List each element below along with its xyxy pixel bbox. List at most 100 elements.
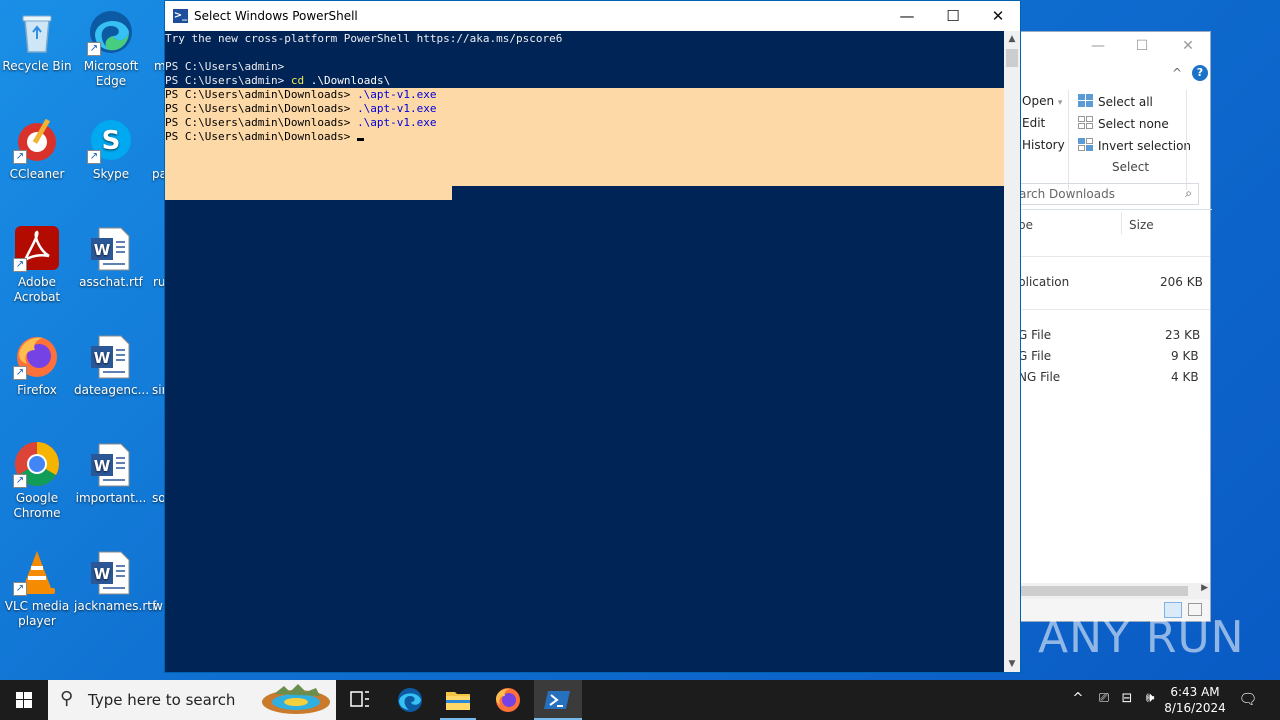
- console-line-run-exe: PS C:\Users\admin\Downloads> .\apt-v1.ex…: [165, 88, 437, 102]
- taskbar: ⚲ Type here to search ^ ⎚ ⊟ 🕪 6:43 AM 8/…: [0, 680, 1280, 720]
- desktop-icon-adobe-acrobat[interactable]: ↗ Adobe Acrobat: [0, 224, 74, 305]
- notification-center-icon[interactable]: 🗨: [1236, 690, 1260, 720]
- clock-date: 8/16/2024: [1164, 701, 1226, 715]
- word-document-icon: W: [87, 224, 135, 272]
- partial-icon-label: w: [153, 599, 163, 613]
- file-type-cell: plication: [1018, 275, 1070, 289]
- file-type-cell: G File: [1018, 328, 1052, 342]
- prompt-text: PS C:\Users\admin\Downloads>: [165, 130, 358, 143]
- anyrun-watermark: ANY RUN: [1038, 612, 1245, 663]
- desktop-icon-dateagenc[interactable]: W dateagenc...: [74, 332, 149, 398]
- console-output[interactable]: Try the new cross-platform PowerShell ht…: [165, 31, 1005, 672]
- command-text: .\apt-v1.exe: [357, 102, 437, 115]
- explorer-titlebar[interactable]: — ☐ ✕: [1016, 32, 1210, 62]
- desktop-icon-label: asschat.rtf: [79, 275, 143, 289]
- column-divider[interactable]: [1121, 212, 1122, 234]
- command-text: cd: [290, 74, 305, 87]
- show-hidden-icons-chevron-icon[interactable]: ^: [1070, 691, 1086, 720]
- ribbon-open-label: Open: [1022, 94, 1055, 108]
- invert-selection-icon: [1078, 138, 1094, 152]
- desktop-icon-google-chrome[interactable]: ↗ Google Chrome: [0, 440, 74, 521]
- file-size-cell: 23 KB: [1165, 328, 1201, 342]
- adobe-acrobat-icon: ↗: [13, 224, 61, 272]
- word-document-icon: W: [87, 332, 135, 380]
- vlc-icon: ↗: [13, 548, 61, 596]
- powershell-titlebar[interactable]: >_ Select Windows PowerShell — ☐ ✕: [165, 1, 1020, 31]
- explorer-maximize-button[interactable]: ☐: [1130, 38, 1154, 56]
- scroll-up-icon[interactable]: ▲: [1004, 31, 1020, 47]
- powershell-window[interactable]: >_ Select Windows PowerShell — ☐ ✕ Try t…: [164, 0, 1021, 673]
- command-text: .\apt-v1.exe: [357, 88, 437, 101]
- search-icon: ⌕: [1185, 186, 1192, 200]
- desktop-icon-skype[interactable]: S ↗ Skype: [74, 116, 148, 182]
- task-view-icon: [350, 691, 369, 707]
- desktop-icon-asschat-rtf[interactable]: W asschat.rtf: [74, 224, 148, 290]
- device-icon[interactable]: ⎚: [1095, 691, 1113, 720]
- desktop-icon-important[interactable]: W important...: [74, 440, 148, 506]
- close-button[interactable]: ✕: [975, 1, 1021, 31]
- explorer-horizontal-scrollbar[interactable]: ▶: [1016, 583, 1210, 599]
- desktop-icon-label: Microsoft Edge: [83, 59, 139, 88]
- explorer-minimize-button[interactable]: —: [1086, 38, 1110, 56]
- desktop-icon-firefox[interactable]: ↗ Firefox: [0, 332, 74, 398]
- desktop-icon-vlc[interactable]: ↗ VLC media player: [0, 548, 74, 629]
- select-none-icon: [1078, 116, 1094, 130]
- taskbar-firefox-button[interactable]: [484, 680, 532, 720]
- console-line-run-exe: PS C:\Users\admin\Downloads> .\apt-v1.ex…: [165, 102, 437, 116]
- clock-time: 6:43 AM: [1170, 685, 1220, 699]
- taskbar-edge-button[interactable]: [386, 680, 434, 720]
- ribbon-open-button[interactable]: Open ▾: [1022, 94, 1062, 108]
- desktop-icon-ccleaner[interactable]: ↗ CCleaner: [0, 116, 74, 182]
- scrollbar-thumb[interactable]: [1018, 586, 1188, 596]
- shortcut-arrow-icon: ↗: [87, 42, 101, 56]
- network-icon[interactable]: ⊟: [1117, 691, 1137, 720]
- taskbar-search-placeholder: Type here to search: [88, 691, 236, 709]
- ccleaner-icon: ↗: [13, 116, 61, 164]
- start-button[interactable]: [0, 680, 48, 720]
- console-line-cd: PS C:\Users\admin> cd .\Downloads\: [165, 74, 390, 88]
- folder-icon: [446, 692, 470, 710]
- group-divider: [1016, 256, 1210, 257]
- window-title: Select Windows PowerShell: [194, 9, 358, 23]
- shortcut-arrow-icon: ↗: [13, 582, 27, 596]
- console-vertical-scrollbar[interactable]: ▲ ▼: [1004, 31, 1020, 672]
- scroll-down-icon[interactable]: ▼: [1004, 656, 1020, 672]
- ribbon-divider: [1068, 90, 1069, 190]
- ribbon-edit-button[interactable]: Edit: [1022, 116, 1045, 130]
- column-header-size[interactable]: Size: [1129, 218, 1154, 232]
- desktop-icon-label: Recycle Bin: [2, 59, 72, 73]
- desktop-icon-jacknames-rtf[interactable]: W jacknames.rtf: [74, 548, 156, 614]
- help-icon[interactable]: ?: [1192, 65, 1208, 81]
- scroll-right-icon[interactable]: ▶: [1201, 583, 1208, 593]
- svg-text:W: W: [94, 457, 111, 475]
- select-all-icon: [1078, 94, 1094, 108]
- explorer-search-box[interactable]: arch Downloads ⌕: [1016, 183, 1199, 205]
- desktop-icon-microsoft-edge[interactable]: ↗ Microsoft Edge: [74, 8, 148, 89]
- powershell-icon: [544, 691, 570, 709]
- desktop-icon-recycle-bin[interactable]: Recycle Bin: [0, 8, 74, 74]
- ribbon-divider: [1186, 90, 1187, 190]
- ribbon-collapse-icon[interactable]: ^: [1172, 66, 1182, 80]
- taskbar-search-box[interactable]: ⚲ Type here to search: [48, 680, 336, 720]
- edge-icon: ↗: [87, 8, 135, 56]
- desktop-icon-label: important...: [75, 491, 147, 505]
- ribbon-history-button[interactable]: History: [1022, 138, 1065, 152]
- shortcut-arrow-icon: ↗: [13, 258, 27, 272]
- prompt-text: PS C:\Users\admin\Downloads>: [165, 102, 358, 115]
- maximize-button[interactable]: ☐: [930, 1, 976, 31]
- volume-icon[interactable]: 🕪: [1140, 690, 1160, 720]
- task-view-button[interactable]: [336, 680, 384, 720]
- explorer-search-placeholder: arch Downloads: [1019, 187, 1115, 201]
- file-size-cell: 4 KB: [1171, 370, 1199, 384]
- invert-selection-button[interactable]: Invert selection: [1078, 138, 1191, 153]
- desktop-icon-label: Google Chrome: [13, 491, 61, 520]
- select-none-button[interactable]: Select none: [1078, 116, 1169, 131]
- select-all-button[interactable]: Select all: [1078, 94, 1153, 109]
- taskbar-file-explorer-button[interactable]: [434, 680, 482, 720]
- taskbar-powershell-button[interactable]: [534, 680, 582, 720]
- file-explorer-window[interactable]: — ☐ ✕ ^ ? Open ▾ Edit History Select all…: [1015, 31, 1212, 622]
- minimize-button[interactable]: —: [884, 1, 930, 31]
- taskbar-clock[interactable]: 6:43 AM 8/16/2024: [1160, 684, 1230, 716]
- scrollbar-thumb[interactable]: [1006, 49, 1018, 67]
- explorer-close-button[interactable]: ✕: [1176, 38, 1200, 56]
